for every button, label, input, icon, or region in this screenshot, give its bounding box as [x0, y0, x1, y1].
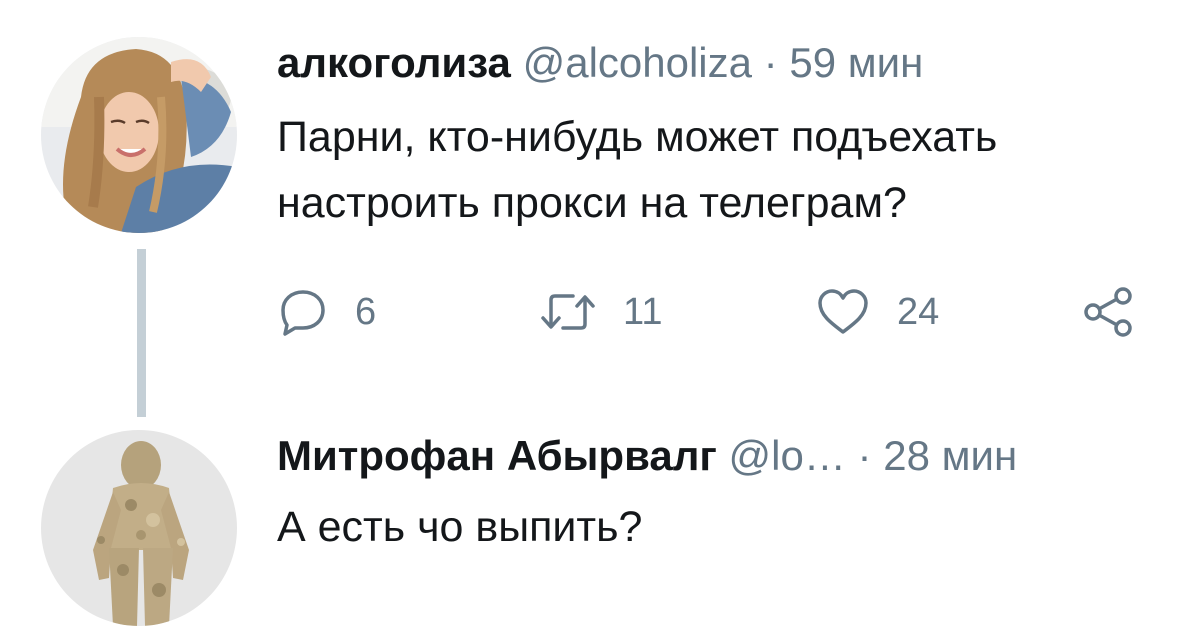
tweet-text-line: Парни, кто-нибудь может подъехать [277, 113, 998, 161]
avatar[interactable] [41, 37, 237, 233]
heart-icon [818, 289, 868, 334]
like-button[interactable]: 24 [815, 280, 939, 344]
tweet-text: Парни, кто-нибудь может подъехать настро… [277, 104, 1200, 236]
separator-dot: · [857, 432, 872, 479]
tweet-text: А есть чо выпить? [277, 494, 642, 560]
avatar[interactable] [41, 430, 237, 626]
avatar-photo-woman [41, 37, 237, 233]
retweet-button[interactable]: 11 [539, 280, 662, 344]
retweet-count: 11 [623, 290, 663, 333]
share-icon [1084, 287, 1132, 337]
tweet-text-line: А есть чо выпить? [277, 503, 643, 551]
retweet-icon [541, 294, 595, 330]
display-name[interactable]: алкоголиза [277, 39, 511, 86]
user-handle[interactable]: @alcoholiza [523, 39, 752, 86]
tweet-header: алкоголиза @alcoholiza · 59 мин [277, 38, 923, 88]
reply-button[interactable]: 6 [277, 280, 376, 344]
reply-count: 6 [355, 290, 377, 333]
tweet-thread: алкоголиза @alcoholiza · 59 мин Парни, к… [0, 0, 1200, 628]
tweet-text-line: настроить прокси на телеграм? [277, 179, 907, 227]
avatar-photo-camouflage-suit [41, 430, 237, 626]
like-count: 24 [897, 290, 940, 333]
separator-dot: · [763, 39, 778, 86]
display-name[interactable]: Митрофан Абырвалг [277, 432, 717, 479]
tweet-timestamp[interactable]: 59 мин [789, 39, 923, 86]
user-handle[interactable]: @lo… [729, 432, 846, 479]
tweet-header: Митрофан Абырвалг @lo… · 28 мин [277, 431, 1017, 481]
reply-icon [281, 290, 325, 336]
thread-connector-line [137, 249, 146, 417]
tweet-timestamp[interactable]: 28 мин [883, 432, 1017, 479]
share-button[interactable] [1081, 280, 1137, 344]
tweet-action-bar: 6 11 24 [277, 280, 1157, 344]
